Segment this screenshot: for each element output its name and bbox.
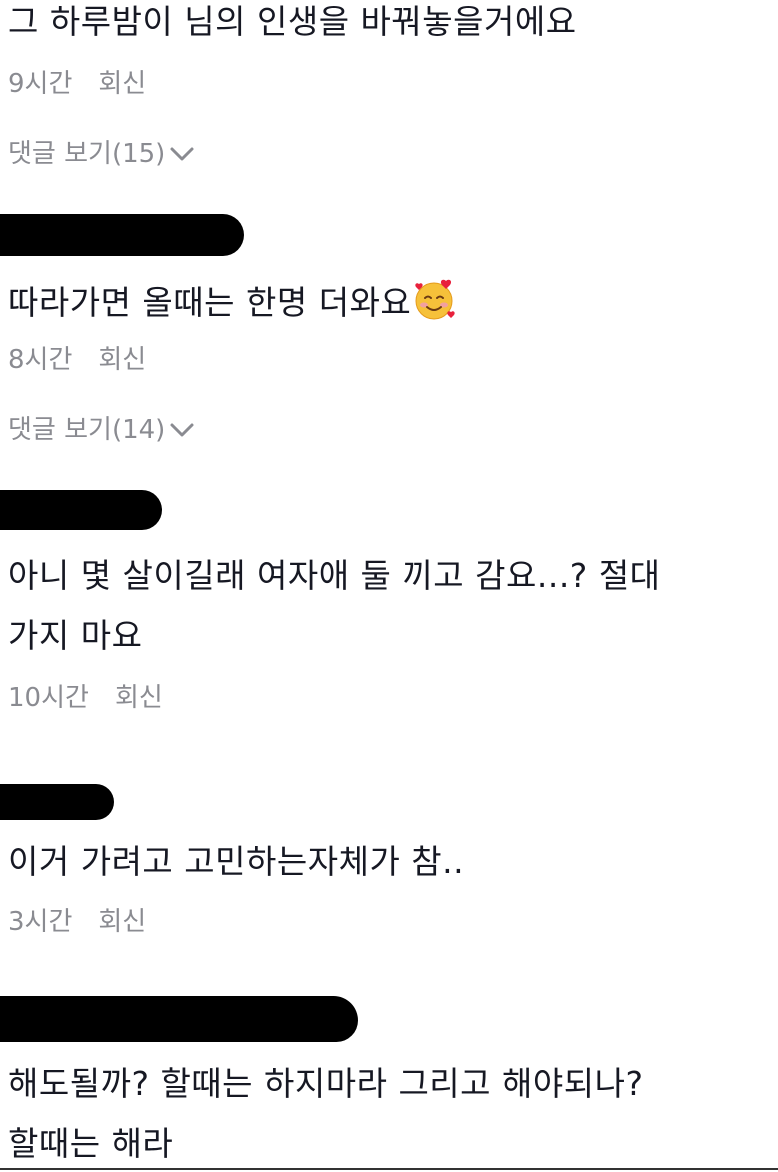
comment-text-line: 아니 몇 살이길래 여자애 둘 끼고 감요...? 절대 bbox=[8, 556, 661, 595]
view-replies-button[interactable]: 댓글 보기(14) bbox=[8, 414, 195, 446]
redacted-username bbox=[0, 490, 162, 530]
comment-time: 3시간 bbox=[8, 907, 73, 937]
reply-button[interactable]: 회신 bbox=[115, 683, 163, 713]
comment-time: 9시간 bbox=[8, 69, 73, 99]
comment-text: 따라가면 올때는 한명 더와요 bbox=[8, 278, 457, 323]
chevron-down-icon bbox=[170, 423, 194, 437]
smiling-face-with-hearts-icon bbox=[415, 279, 455, 320]
comment-text-line: 해도될까? 할때는 하지마라 그리고 해야되나? bbox=[8, 1064, 644, 1103]
comment-text: 이거 가려고 고민하는자체가 참.. bbox=[8, 842, 465, 881]
comment-time: 8시간 bbox=[8, 345, 73, 375]
bottom-divider bbox=[0, 1168, 778, 1170]
comment-text-line: 가지 마요 bbox=[8, 616, 143, 655]
comment-meta: 8시간 회신 bbox=[8, 344, 146, 376]
comment-text-content: 따라가면 올때는 한명 더와요 bbox=[8, 283, 412, 322]
reply-button[interactable]: 회신 bbox=[98, 907, 146, 937]
comment-text-line: 할때는 해라 bbox=[8, 1124, 174, 1163]
comment-text: 그 하루밤이 님의 인생을 바꿔놓을거에요 bbox=[8, 2, 577, 41]
comment-time: 10시간 bbox=[8, 683, 89, 713]
redacted-username bbox=[0, 214, 244, 256]
redacted-username bbox=[0, 784, 114, 820]
view-replies-label: 댓글 보기(15) bbox=[8, 139, 166, 169]
view-replies-label: 댓글 보기(14) bbox=[8, 415, 166, 445]
redacted-username bbox=[0, 996, 358, 1042]
reply-button[interactable]: 회신 bbox=[98, 345, 146, 375]
comment-meta: 10시간 회신 bbox=[8, 682, 163, 714]
comment-meta: 9시간 회신 bbox=[8, 68, 146, 100]
comment-meta: 3시간 회신 bbox=[8, 906, 146, 938]
reply-button[interactable]: 회신 bbox=[98, 69, 146, 99]
chevron-down-icon bbox=[170, 147, 194, 161]
view-replies-button[interactable]: 댓글 보기(15) bbox=[8, 138, 195, 170]
